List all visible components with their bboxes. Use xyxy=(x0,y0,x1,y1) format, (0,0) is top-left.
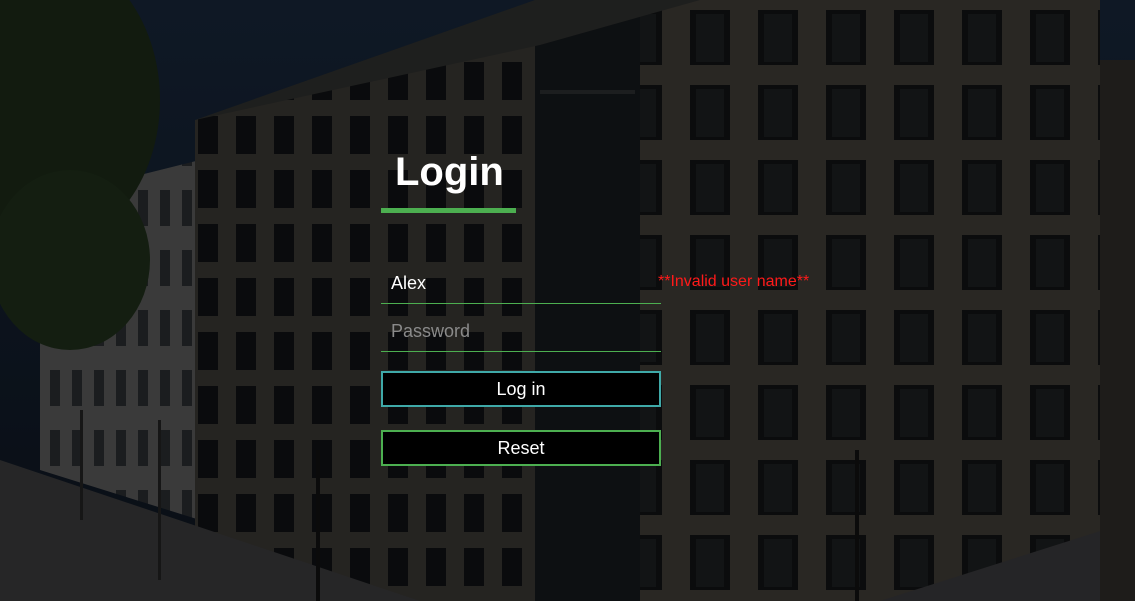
username-error-message: **Invalid user name** xyxy=(658,273,810,290)
password-input[interactable] xyxy=(381,311,661,351)
password-field xyxy=(381,311,661,352)
login-button[interactable]: Log in xyxy=(381,371,661,407)
username-input[interactable] xyxy=(381,263,661,303)
title-underline xyxy=(381,208,516,213)
page-title: Login xyxy=(395,150,504,194)
reset-button[interactable]: Reset xyxy=(381,430,661,466)
username-field xyxy=(381,263,661,304)
